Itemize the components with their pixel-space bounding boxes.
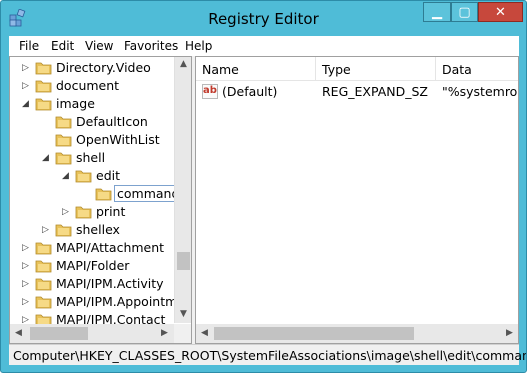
menu-file[interactable]: File: [19, 39, 39, 53]
tree-item-label: OpenWithList: [76, 132, 160, 147]
folder-icon: [35, 296, 52, 309]
tree-item-label: image: [56, 96, 95, 111]
list-item[interactable]: ab (Default) REG_EXPAND_SZ "%systemroot%: [196, 83, 518, 101]
tree-item[interactable]: ▷ MAPI/IPM.Appointm: [10, 293, 177, 311]
key-tree[interactable]: ▷ Directory.Video ▷ document ◢ image DefaultIc…: [9, 56, 192, 344]
folder-icon: [35, 242, 52, 255]
close-icon: ✕: [495, 4, 506, 20]
tree-item-label: MAPI/IPM.Activity: [56, 276, 164, 291]
column-data-header[interactable]: Data: [436, 57, 518, 81]
folder-icon: [35, 278, 52, 291]
folder-icon: [35, 80, 52, 93]
tree-item[interactable]: ◢ shell: [10, 149, 174, 167]
tree-item[interactable]: ▷ MAPI/Folder: [10, 257, 174, 275]
tree-item[interactable]: OpenWithList: [10, 131, 174, 149]
close-button[interactable]: ✕: [478, 2, 523, 22]
expand-icon[interactable]: [42, 116, 52, 128]
folder-open-icon: [95, 188, 112, 201]
collapse-icon[interactable]: ◢: [42, 152, 52, 164]
maximize-button[interactable]: ▢: [451, 2, 478, 22]
registry-editor-window: Registry Editor ▁ ▢ ✕ File Edit View Fav…: [0, 0, 527, 373]
minimize-icon: ▁: [432, 4, 442, 20]
tree-item[interactable]: ▷ shellex: [10, 221, 174, 239]
expand-icon[interactable]: ▷: [22, 296, 32, 308]
tree-item[interactable]: ▷ document: [10, 77, 174, 95]
tree-item-label: MAPI/Attachment: [56, 240, 165, 255]
tree-item[interactable]: ◢ edit: [10, 167, 174, 185]
folder-icon: [55, 134, 72, 147]
column-name-header[interactable]: Name: [196, 57, 316, 81]
string-value-icon: ab: [202, 84, 218, 99]
expand-icon[interactable]: ▷: [22, 242, 32, 254]
scroll-up-icon[interactable]: ▲: [175, 59, 191, 69]
scroll-down-icon[interactable]: ▼: [175, 309, 191, 319]
scroll-left-icon[interactable]: ◀: [196, 328, 213, 338]
minimize-button[interactable]: ▁: [423, 2, 451, 22]
menu-bar: File Edit View Favorites Help: [9, 36, 519, 56]
menu-edit[interactable]: Edit: [51, 39, 74, 53]
tree-item-label: document: [56, 78, 120, 93]
value-type: REG_EXPAND_SZ: [322, 84, 428, 99]
folder-icon: [35, 260, 52, 273]
folder-icon: [75, 206, 92, 219]
expand-icon[interactable]: ▷: [22, 62, 32, 74]
scroll-right-icon[interactable]: ▶: [156, 328, 173, 338]
tree-item-label: shellex: [76, 222, 120, 237]
value-data: "%systemroot%: [442, 84, 518, 99]
status-bar: Computer\HKEY_CLASSES_ROOT\SystemFileAss…: [9, 344, 526, 365]
list-horizontal-scroll-thumb[interactable]: [214, 327, 414, 340]
tree-item-label: DefaultIcon: [76, 114, 148, 129]
list-header: Name Type Data: [196, 57, 518, 81]
title-bar[interactable]: Registry Editor ▁ ▢ ✕: [1, 1, 526, 35]
expand-icon[interactable]: ▷: [22, 260, 32, 272]
column-type-header[interactable]: Type: [316, 57, 436, 81]
expand-icon[interactable]: ▷: [42, 224, 52, 236]
tree-item-label: MAPI/IPM.Appointm: [56, 294, 178, 309]
folder-icon: [55, 116, 72, 129]
value-list[interactable]: Name Type Data ab (Default) REG_EXPAND_S…: [195, 56, 519, 344]
split-panes: ▷ Directory.Video ▷ document ◢ image DefaultIc…: [9, 56, 519, 344]
tree-vertical-scroll-thumb[interactable]: [177, 252, 190, 270]
tree-item[interactable]: ▷ print: [10, 203, 174, 221]
scroll-right-icon[interactable]: ▶: [501, 328, 518, 338]
folder-icon: [75, 170, 92, 183]
folder-icon: [35, 98, 52, 111]
status-path: Computer\HKEY_CLASSES_ROOT\SystemFileAss…: [13, 348, 527, 363]
folder-icon: [55, 224, 72, 237]
tree-item-label: MAPI/Folder: [56, 258, 130, 273]
tree-item[interactable]: ▷ MAPI/Attachment: [10, 239, 174, 257]
tree-item-label: edit: [96, 168, 120, 183]
tree-horizontal-scroll-thumb[interactable]: [30, 327, 88, 340]
tree-item-label: print: [96, 204, 126, 219]
tree-item[interactable]: ◢ image: [10, 95, 174, 113]
tree-item[interactable]: command: [10, 185, 183, 203]
expand-icon[interactable]: ▷: [22, 80, 32, 92]
tree-horizontal-scrollbar[interactable]: ◀ ▶: [10, 324, 174, 343]
tree-item-label-selected: command: [114, 185, 183, 202]
tree-item[interactable]: ▷ MAPI/IPM.Activity: [10, 275, 174, 293]
collapse-icon[interactable]: ◢: [62, 170, 72, 182]
tree-item[interactable]: ▷ Directory.Video: [10, 59, 174, 77]
expand-icon[interactable]: [42, 134, 52, 146]
collapse-icon[interactable]: ◢: [22, 98, 32, 110]
value-name: (Default): [222, 84, 278, 99]
folder-icon: [35, 62, 52, 75]
tree-item[interactable]: DefaultIcon: [10, 113, 174, 131]
menu-help[interactable]: Help: [185, 39, 212, 53]
expand-icon[interactable]: [82, 188, 92, 200]
scroll-left-icon[interactable]: ◀: [10, 328, 27, 338]
tree-item-label: shell: [76, 150, 106, 165]
expand-icon[interactable]: ▷: [62, 206, 72, 218]
tree-vertical-scrollbar[interactable]: ▲ ▼: [174, 57, 191, 323]
scroll-corner: [174, 324, 191, 343]
menu-favorites[interactable]: Favorites: [124, 39, 178, 53]
folder-icon: [55, 152, 72, 165]
list-horizontal-scrollbar[interactable]: ◀ ▶: [196, 324, 518, 343]
tree-item-label: Directory.Video: [56, 60, 151, 75]
menu-view[interactable]: View: [85, 39, 113, 53]
maximize-icon: ▢: [458, 4, 471, 20]
expand-icon[interactable]: ▷: [22, 278, 32, 290]
